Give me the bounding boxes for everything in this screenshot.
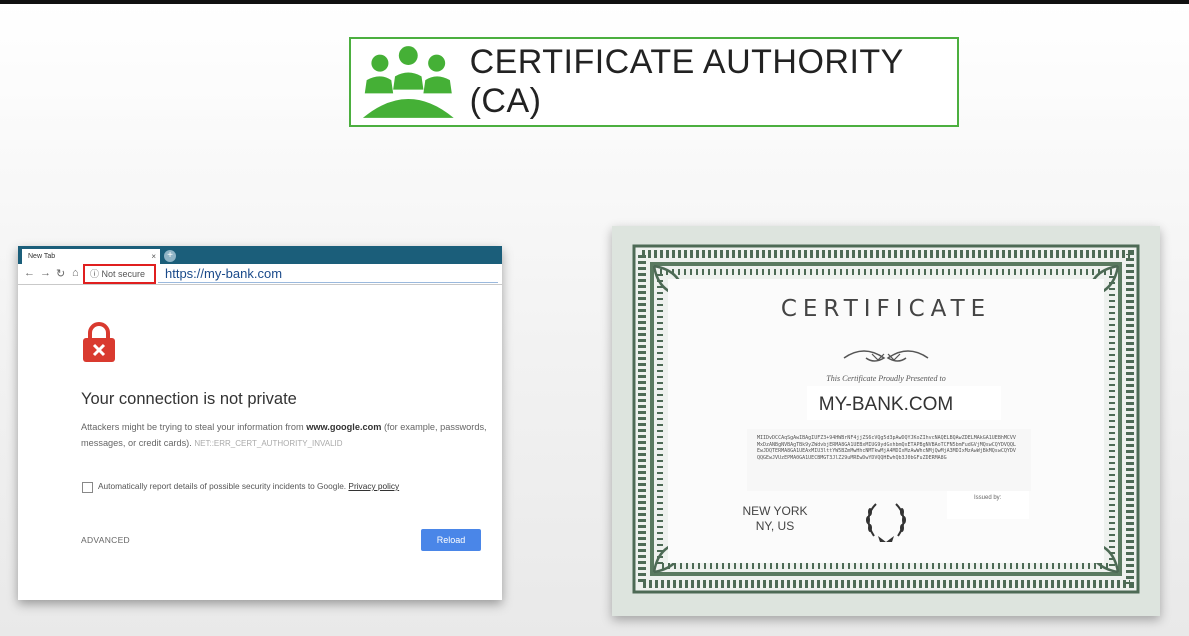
url-input[interactable]: https://my-bank.com (165, 266, 282, 281)
certificate: CERTIFICATE This Certificate Proudly Pre… (612, 226, 1160, 616)
advanced-button[interactable]: ADVANCED (81, 535, 130, 545)
error-description: Attackers might be trying to steal your … (81, 422, 487, 448)
report-checkbox[interactable] (82, 482, 93, 493)
tab-strip: New Tab × + (18, 246, 502, 264)
close-icon[interactable]: × (151, 249, 156, 264)
info-icon: ⓘ (90, 269, 100, 279)
security-indicator[interactable]: ⓘ Not secure (83, 264, 156, 284)
wreath-icon (866, 503, 906, 542)
title-banner: CERTIFICATE AUTHORITY (CA) (349, 37, 959, 127)
report-checkbox-label: Automatically report details of possible… (98, 481, 400, 491)
presented-text: This Certificate Proudly Presented to (826, 374, 946, 383)
error-heading: Your connection is not private (81, 390, 297, 408)
browser-tab[interactable]: New Tab × (22, 249, 160, 264)
privacy-policy-link[interactable]: Privacy policy (348, 481, 399, 491)
certificate-title: CERTIFICATE (780, 296, 992, 322)
refresh-icon[interactable]: ↻ (56, 267, 65, 280)
url-underline (158, 282, 498, 283)
security-label: Not secure (101, 269, 146, 279)
group-icon (362, 46, 454, 118)
issued-by-label: Issued by: (974, 495, 1002, 501)
tab-label: New Tab (28, 253, 56, 260)
back-icon[interactable]: ← (24, 267, 35, 279)
location: NEW YORK NY, US (742, 504, 808, 533)
top-bar (0, 0, 1189, 4)
page-title: CERTIFICATE AUTHORITY (CA) (469, 43, 904, 120)
lock-icon (83, 322, 115, 362)
new-tab-button[interactable]: + (164, 250, 176, 262)
public-key-text: MIIDvDCCAqSgAwIBAgIUFZ3+94HWBrNF4jjZS6cV… (757, 435, 1016, 461)
recipient-name: MY-BANK.COM (818, 394, 954, 415)
domain-text: www.google.com (306, 422, 382, 432)
browser-window: New Tab × + ← → ↻ ⌂ ⓘ Not secure https:/… (18, 246, 502, 600)
home-icon[interactable]: ⌂ (72, 267, 79, 279)
forward-icon[interactable]: → (40, 267, 51, 279)
error-code: NET::ERR_CERT_AUTHORITY_INVALID (194, 439, 343, 448)
address-toolbar: ← → ↻ ⌂ ⓘ Not secure https://my-bank.com (18, 264, 502, 285)
reload-button[interactable]: Reload (421, 529, 481, 551)
flourish-icon (843, 350, 929, 362)
